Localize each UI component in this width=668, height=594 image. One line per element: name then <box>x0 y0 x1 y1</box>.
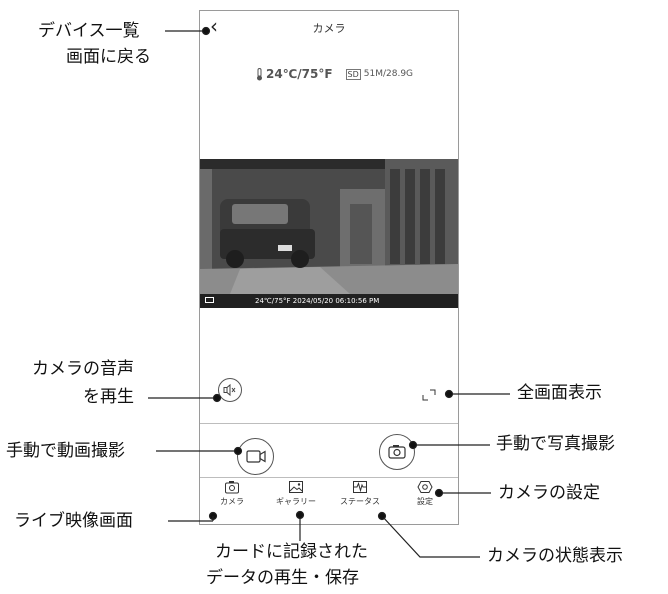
callout-manual-video: 手動で動画撮影 <box>6 441 125 461</box>
callout-status: カメラの状態表示 <box>487 546 623 566</box>
callout-fullscreen: 全画面表示 <box>517 383 602 403</box>
callout-gallery: カードに記録された <box>215 542 368 562</box>
callout-device-list-2: 画面に戻る <box>66 47 151 67</box>
callout-lines <box>148 26 510 558</box>
callout-live-view: ライブ映像画面 <box>14 511 133 531</box>
callout-audio: カメラの音声 <box>32 359 134 379</box>
callout-gallery-2: データの再生・保存 <box>206 568 359 588</box>
callout-device-list: デバイス一覧 <box>38 21 140 41</box>
callout-manual-photo: 手動で写真撮影 <box>496 434 615 454</box>
callout-settings: カメラの設定 <box>498 483 600 503</box>
callout-audio-2: を再生 <box>83 387 134 407</box>
